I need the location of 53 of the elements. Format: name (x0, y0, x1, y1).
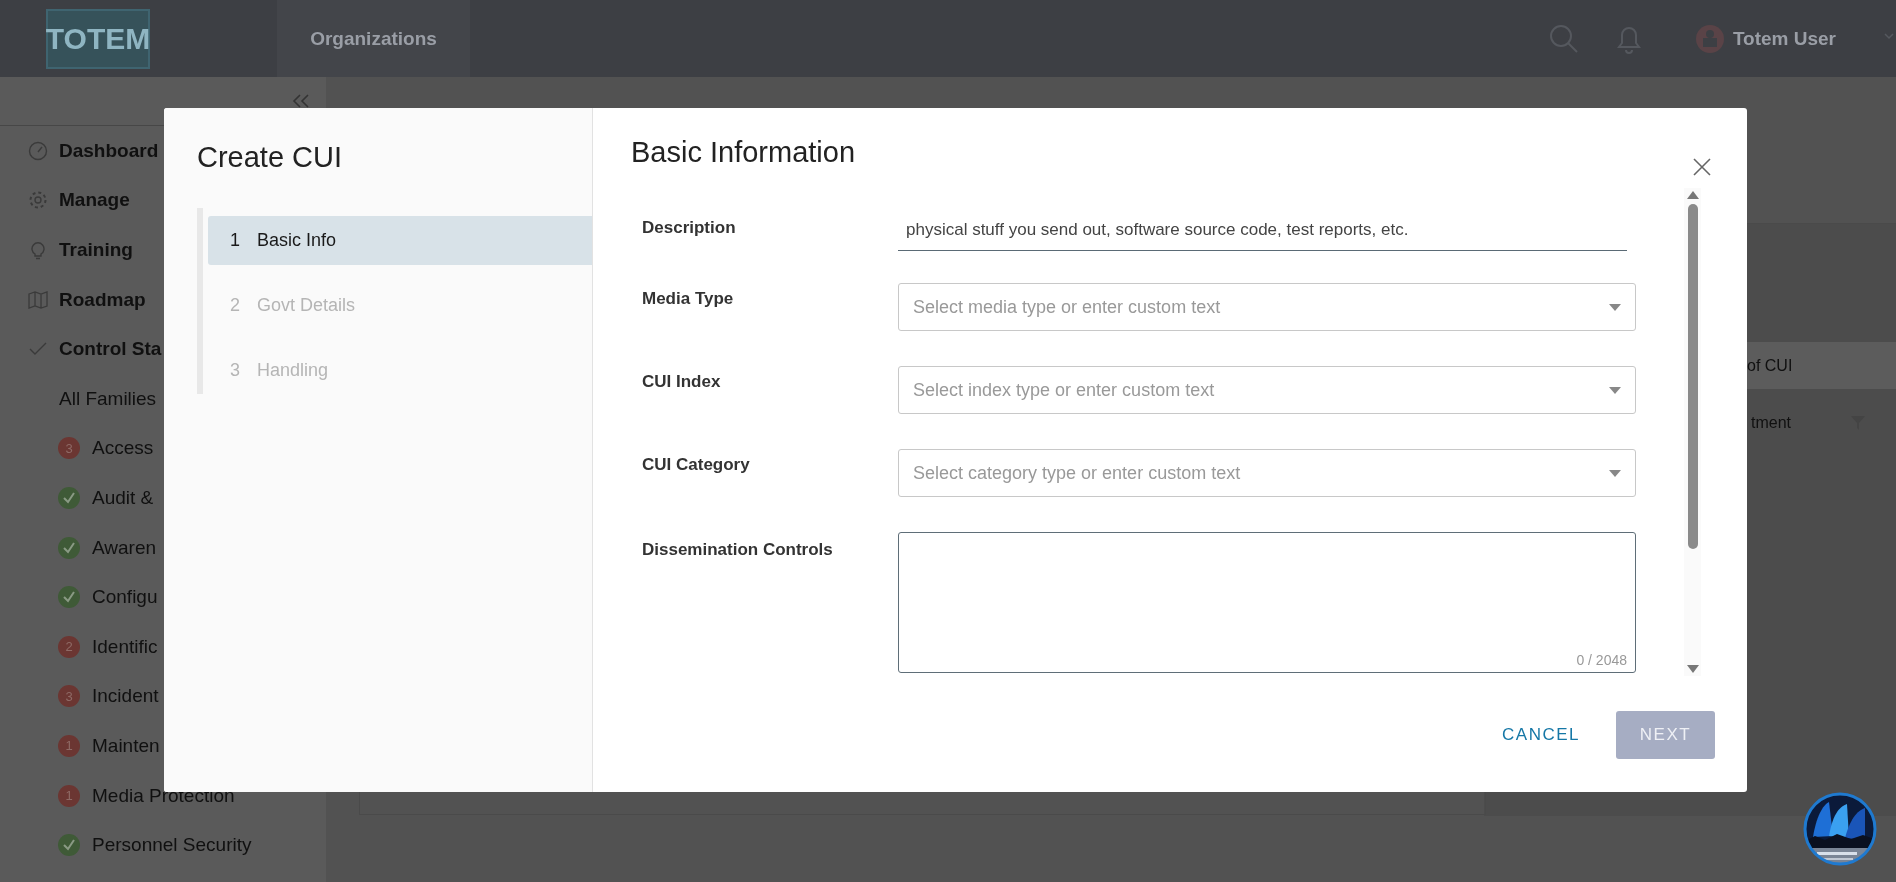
scrollbar[interactable] (1684, 188, 1701, 676)
character-counter: 0 / 2048 (1576, 652, 1627, 668)
textarea-field[interactable]: 0 / 2048 (898, 532, 1636, 673)
sidebar-item[interactable]: Personnel Security (92, 834, 252, 857)
nav-tab[interactable]: Organizations (277, 0, 470, 77)
sidebar-item[interactable]: Roadmap (59, 288, 146, 311)
tab-label[interactable]: of CUI (1747, 356, 1793, 375)
map-icon (28, 289, 48, 310)
select-field[interactable]: Select media type or enter custom text (898, 283, 1636, 331)
select-field[interactable]: Select category type or enter custom text (898, 449, 1636, 497)
dropdown-icon (1609, 386, 1621, 394)
logo[interactable]: TOTEM (46, 8, 150, 69)
sidebar-item[interactable]: Configu (92, 586, 158, 609)
sidebar-item[interactable]: Training (59, 239, 133, 261)
step-item[interactable]: 2 Govt Details (208, 281, 592, 330)
sidebar-item[interactable]: All Families (59, 387, 157, 410)
scrollbar-thumb[interactable] (1687, 204, 1698, 549)
field-label: Dissemination Controls (642, 539, 834, 560)
dialog-title: Create CUI (197, 141, 344, 174)
step-item[interactable]: 3 Handling (208, 346, 592, 395)
sidebar-item[interactable]: Dashboard (59, 139, 159, 162)
sidebar-item[interactable]: Control Sta (59, 338, 162, 361)
sidebar-item[interactable]: Awaren (92, 536, 157, 559)
settings-icon (28, 190, 48, 211)
user-name[interactable]: Totem User (1732, 27, 1836, 50)
sidebar-item[interactable]: Mainten (92, 734, 160, 757)
dropdown-icon (1609, 303, 1621, 311)
check-badge-icon (58, 834, 80, 857)
cancel-button[interactable]: CANCEL (1496, 715, 1586, 755)
select-field[interactable]: Select index type or enter custom text (898, 366, 1636, 414)
collapse-icon[interactable] (292, 94, 310, 108)
check-badge-icon (58, 586, 80, 609)
check-badge-icon (58, 536, 80, 559)
sidebar-item[interactable]: Identific (92, 635, 158, 658)
field-label: CUI Index (642, 371, 722, 392)
field-label: CUI Category (642, 454, 751, 475)
section-heading: Basic Information (631, 135, 856, 169)
sidebar-item[interactable]: Manage (59, 189, 130, 212)
sidebar-item[interactable]: Access (92, 437, 154, 460)
field-label: Description (642, 217, 737, 238)
lightbulb-icon (28, 240, 48, 260)
close-icon[interactable] (1692, 157, 1712, 177)
check-badge-icon (58, 486, 80, 509)
field-label: Media Type (642, 288, 735, 309)
sidebar-item[interactable]: Incident (92, 685, 159, 708)
scroll-down-icon[interactable] (1686, 665, 1699, 673)
sidebar-item[interactable]: Audit & (92, 486, 154, 509)
description-field[interactable]: physical stuff you send out, software source code, test reports, etc. (898, 206, 1627, 251)
gauge-icon (28, 140, 48, 161)
dropdown-icon (1609, 469, 1621, 477)
column-header: tment (1751, 414, 1791, 432)
scroll-up-icon[interactable] (1686, 191, 1699, 199)
step-item[interactable]: 1 Basic Info (208, 216, 592, 265)
